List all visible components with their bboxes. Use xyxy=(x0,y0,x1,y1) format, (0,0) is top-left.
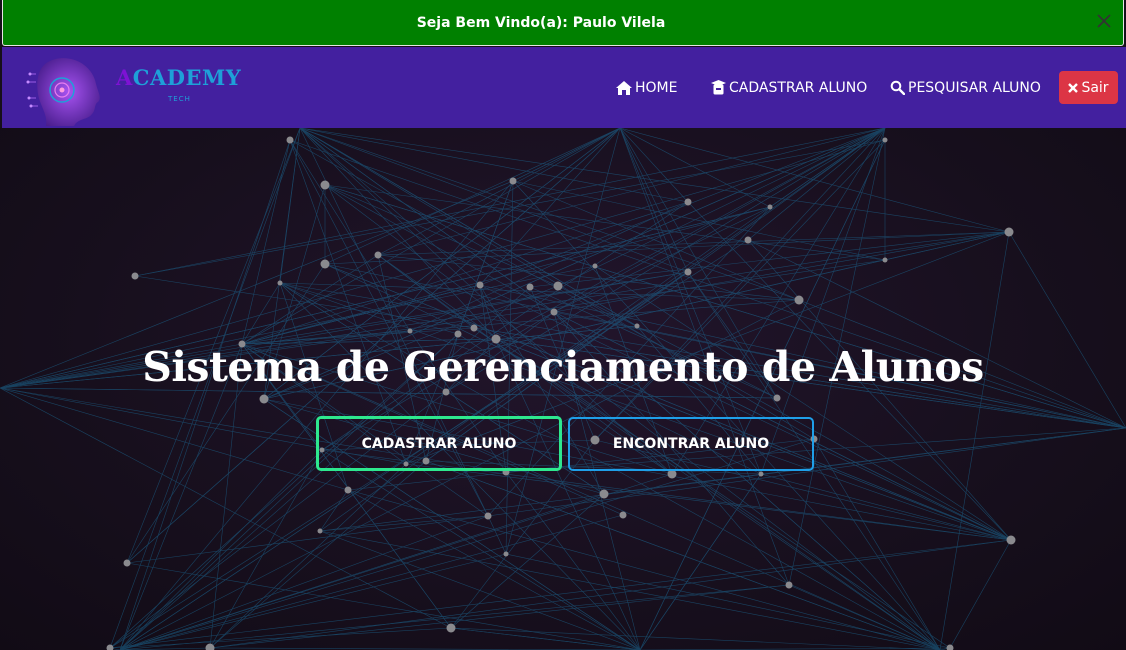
network-node xyxy=(684,268,692,276)
network-node xyxy=(882,257,888,263)
network-node xyxy=(634,323,640,329)
nav-home[interactable]: HOME xyxy=(616,47,677,128)
cadastrar-aluno-button[interactable]: CADASTRAR ALUNO xyxy=(316,416,562,471)
network-node xyxy=(550,308,558,316)
network-node xyxy=(946,644,954,650)
welcome-message: Seja Bem Vindo(a): Paulo Vilela xyxy=(416,14,666,31)
logo-first-letter: A xyxy=(116,65,133,90)
network-node xyxy=(767,204,773,210)
network-node xyxy=(454,330,462,338)
network-node xyxy=(1004,227,1014,237)
logo-head-icon[interactable] xyxy=(26,54,104,128)
network-node xyxy=(446,623,456,633)
encontrar-aluno-button[interactable]: ENCONTRAR ALUNO xyxy=(568,417,814,471)
network-node xyxy=(123,559,131,567)
network-node xyxy=(374,251,382,259)
close-icon[interactable] xyxy=(1095,12,1113,30)
graduate-icon xyxy=(711,80,726,95)
logo-rest: CADEMY xyxy=(132,65,242,90)
nav-cadastrar-label: CADASTRAR ALUNO xyxy=(729,79,868,96)
network-node xyxy=(619,511,627,519)
network-node xyxy=(503,551,509,557)
home-icon xyxy=(616,80,632,95)
logout-label: Sair xyxy=(1081,79,1109,96)
network-node xyxy=(470,324,478,332)
network-node xyxy=(744,236,752,244)
network-node xyxy=(286,136,294,144)
nav-pesquisar-aluno[interactable]: PESQUISAR ALUNO xyxy=(890,47,1041,128)
network-node xyxy=(758,471,764,477)
logout-button[interactable]: Sair xyxy=(1059,71,1118,104)
network-node xyxy=(205,643,215,650)
logo-tagline: TECH xyxy=(168,95,191,103)
hero-title: Sistema de Gerenciamento de Alunos xyxy=(142,343,984,391)
network-node xyxy=(882,137,888,143)
navbar: ACADEMY TECH HOME CADASTRAR ALUNO PESQUI… xyxy=(2,47,1126,128)
network-node xyxy=(259,394,269,404)
network-node xyxy=(592,263,598,269)
network-node xyxy=(131,272,139,280)
network-node xyxy=(320,259,330,269)
nav-pesquisar-label: PESQUISAR ALUNO xyxy=(908,79,1041,96)
network-node xyxy=(773,394,781,402)
network-node xyxy=(1006,535,1016,545)
network-node xyxy=(509,177,517,185)
network-node xyxy=(277,280,283,286)
network-node xyxy=(320,180,330,190)
network-node xyxy=(553,281,563,291)
network-node xyxy=(526,283,534,291)
network-node xyxy=(344,486,352,494)
logo-wordmark[interactable]: ACADEMY xyxy=(116,65,241,90)
network-node xyxy=(106,644,114,650)
network-node xyxy=(684,198,692,206)
network-node xyxy=(794,295,804,305)
nav-cadastrar-aluno[interactable]: CADASTRAR ALUNO xyxy=(711,47,867,128)
network-node xyxy=(785,581,793,589)
network-node xyxy=(407,328,413,334)
nav-home-label: HOME xyxy=(635,79,678,96)
hero-section: Sistema de Gerenciamento de Alunos CADAS… xyxy=(0,128,1126,650)
network-node xyxy=(484,512,492,520)
welcome-alert: Seja Bem Vindo(a): Paulo Vilela xyxy=(2,0,1124,46)
network-node xyxy=(317,528,323,534)
search-icon xyxy=(890,80,905,95)
network-node xyxy=(599,489,609,499)
network-node xyxy=(476,281,484,289)
close-icon xyxy=(1068,82,1079,93)
